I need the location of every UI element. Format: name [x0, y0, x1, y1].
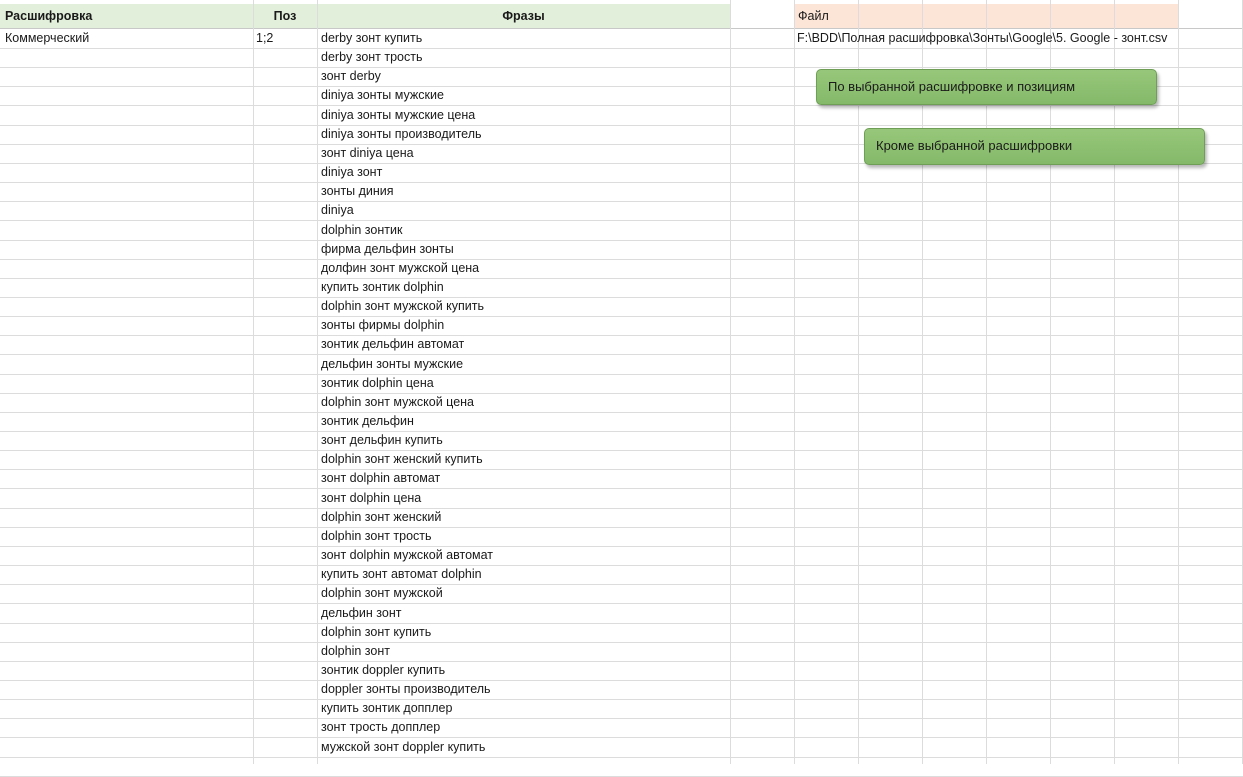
table-row — [0, 565, 1243, 585]
table-row — [0, 584, 1243, 604]
phrase-cell[interactable]: купить зонт автомат dolphin — [321, 565, 482, 584]
table-row — [0, 450, 1243, 470]
phrase-cell[interactable]: diniya — [321, 201, 354, 220]
phrase-cell[interactable]: долфин зонт мужской цена — [321, 259, 479, 278]
header-poz[interactable]: Поз — [253, 4, 317, 28]
phrase-cell[interactable]: dolphin зонт — [321, 642, 390, 661]
table-row — [0, 240, 1243, 260]
table-row — [0, 757, 1243, 777]
phrase-cell[interactable]: dolphin зонт женский — [321, 508, 441, 527]
spreadsheet-grid: Расшифровка Поз Фразы Файл derby зонт ку… — [0, 0, 1243, 777]
phrase-cell[interactable]: diniya зонты мужские цена — [321, 106, 475, 125]
table-row — [0, 469, 1243, 489]
phrase-cell[interactable]: derby зонт трость — [321, 48, 423, 67]
phrase-cell[interactable]: dolphin зонт трость — [321, 527, 432, 546]
table-row — [0, 412, 1243, 432]
phrase-cell[interactable]: купить зонтик dolphin — [321, 278, 444, 297]
table-row — [0, 182, 1243, 202]
phrase-cell[interactable]: dolphin зонтик — [321, 221, 402, 240]
phrase-cell[interactable]: зонт дельфин купить — [321, 431, 443, 450]
table-row — [0, 259, 1243, 279]
table-row — [0, 163, 1243, 183]
table-row — [0, 106, 1243, 126]
phrase-cell[interactable]: дельфин зонты мужские — [321, 355, 463, 374]
phrase-cell[interactable]: dolphin зонт купить — [321, 623, 431, 642]
phrase-cell[interactable]: doppler зонты производитель — [321, 680, 491, 699]
phrase-cell[interactable]: зонтик дельфин автомат — [321, 335, 464, 354]
table-row — [0, 661, 1243, 681]
phrase-cell[interactable]: зонт derby — [321, 67, 381, 86]
phrase-cell[interactable]: зонт dolphin автомат — [321, 469, 440, 488]
phrase-cell[interactable]: diniya зонты производитель — [321, 125, 482, 144]
table-row — [0, 221, 1243, 241]
phrase-cell[interactable]: зонтик дельфин — [321, 412, 414, 431]
phrase-cell[interactable]: зонты фирмы dolphin — [321, 316, 444, 335]
table-row — [0, 718, 1243, 738]
phrase-cell[interactable]: dolphin зонт мужской купить — [321, 297, 484, 316]
table-row — [0, 431, 1243, 451]
table-row — [0, 355, 1243, 375]
phrase-cell[interactable]: diniya зонты мужские — [321, 86, 444, 105]
table-row — [0, 527, 1243, 547]
phrase-cell[interactable]: diniya зонт — [321, 163, 382, 182]
table-row — [0, 316, 1243, 336]
phrase-cell[interactable]: зонты диния — [321, 182, 394, 201]
cell-poz[interactable]: 1;2 — [256, 29, 273, 48]
by-selected-button[interactable]: По выбранной расшифровке и позициям — [816, 69, 1157, 105]
cell-file-path[interactable]: F:\BDD\Полная расшифровка\Зонты\Google\5… — [797, 29, 1167, 48]
phrase-cell[interactable]: зонт трость допплер — [321, 718, 440, 737]
except-selected-button[interactable]: Кроме выбранной расшифровки — [864, 128, 1205, 165]
phrase-cell[interactable]: зонт dolphin мужской автомат — [321, 546, 493, 565]
table-row — [0, 508, 1243, 528]
phrase-cell[interactable]: мужской зонт doppler купить — [321, 738, 485, 757]
cell-rasshifrovka[interactable]: Коммерческий — [5, 29, 89, 48]
table-row — [0, 48, 1243, 68]
phrase-cell[interactable]: dolphin зонт мужской цена — [321, 393, 474, 412]
table-row — [0, 201, 1243, 221]
table-row — [0, 489, 1243, 509]
phrase-cell[interactable]: dolphin зонт женский купить — [321, 450, 483, 469]
phrase-cell[interactable]: dolphin зонт мужской — [321, 584, 443, 603]
phrase-cell[interactable]: зонтик dolphin цена — [321, 374, 434, 393]
phrase-cell[interactable]: дельфин зонт — [321, 604, 401, 623]
table-row — [0, 680, 1243, 700]
table-row — [0, 374, 1243, 394]
table-row — [0, 393, 1243, 413]
table-row — [0, 335, 1243, 355]
phrase-cell[interactable]: зонтик doppler купить — [321, 661, 445, 680]
table-row — [0, 642, 1243, 662]
header-frazy[interactable]: Фразы — [317, 4, 730, 28]
phrase-cell[interactable]: зонт dolphin цена — [321, 489, 421, 508]
phrase-cell[interactable]: купить зонтик допплер — [321, 699, 452, 718]
table-row — [0, 604, 1243, 624]
table-row — [0, 297, 1243, 317]
table-row — [0, 623, 1243, 643]
phrase-cell[interactable]: фирма дельфин зонты — [321, 240, 454, 259]
table-row — [0, 699, 1243, 719]
table-row — [0, 738, 1243, 758]
header-rasshifrovka[interactable]: Расшифровка — [5, 4, 245, 28]
phrase-cell[interactable]: зонт diniya цена — [321, 144, 414, 163]
table-row — [0, 546, 1243, 566]
phrase-cell[interactable]: derby зонт купить — [321, 29, 422, 48]
header-fail[interactable]: Файл — [798, 4, 1168, 28]
table-row — [0, 278, 1243, 298]
